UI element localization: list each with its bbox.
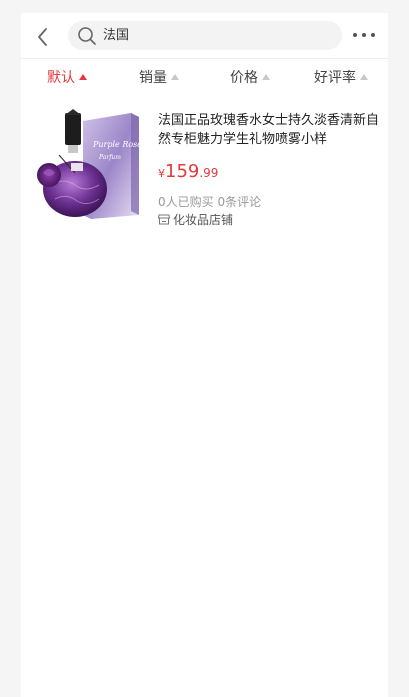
sales-count: 0人已购买 [158, 195, 214, 209]
sort-tabs: 默认 销量 价格 好评率 [21, 59, 388, 97]
review-count: 0条评论 [217, 195, 262, 209]
top-bar: 法国 [21, 13, 388, 58]
product-stats: 0人已购买 0条评论 [158, 193, 261, 210]
shop-name: 化妆品店铺 [173, 213, 234, 227]
tab-label: 好评率 [314, 70, 356, 86]
tab-sales[interactable]: 销量 [139, 59, 179, 97]
phone-frame: 法国 默认 销量 价格 好评率 Purple Rose Parfum 法国正品玫… [21, 13, 388, 697]
product-image[interactable]: Purple Rose Parfum [35, 107, 145, 219]
search-icon [78, 27, 96, 45]
product-price: ¥159.99 [158, 161, 218, 182]
shop-icon [158, 214, 170, 225]
tab-default[interactable]: 默认 [47, 59, 87, 97]
tab-rating[interactable]: 好评率 [314, 59, 368, 97]
sort-arrow-icon [171, 74, 179, 80]
box-brand-text: Purple Rose [92, 140, 142, 149]
sort-arrow-icon [262, 74, 270, 80]
tab-label: 价格 [230, 70, 258, 86]
chevron-left-icon [38, 28, 47, 46]
search-bar[interactable]: 法国 [68, 21, 342, 50]
sort-arrow-icon [79, 74, 87, 80]
tab-price[interactable]: 价格 [230, 59, 270, 97]
sort-arrow-icon [360, 74, 368, 80]
search-query[interactable]: 法国 [103, 21, 129, 50]
tab-label: 默认 [47, 70, 75, 86]
price-integer: 159 [165, 161, 200, 182]
product-title[interactable]: 法国正品玫瑰香水女士持久淡香清新自然专柜魅力学生礼物喷雾小样 [158, 111, 380, 149]
more-dots-icon [353, 33, 375, 37]
currency-symbol: ¥ [158, 167, 165, 180]
back-button[interactable] [33, 26, 53, 48]
price-decimal: .99 [199, 166, 219, 180]
perfume-image: Purple Rose Parfum [37, 109, 142, 219]
box-sub-text: Parfum [98, 154, 121, 161]
tab-label: 销量 [139, 70, 167, 86]
product-card[interactable]: Purple Rose Parfum 法国正品玫瑰香水女士持久淡香清新自然专柜魅… [21, 105, 388, 228]
shop-link[interactable]: 化妆品店铺 [158, 211, 233, 228]
more-button[interactable] [352, 27, 376, 43]
